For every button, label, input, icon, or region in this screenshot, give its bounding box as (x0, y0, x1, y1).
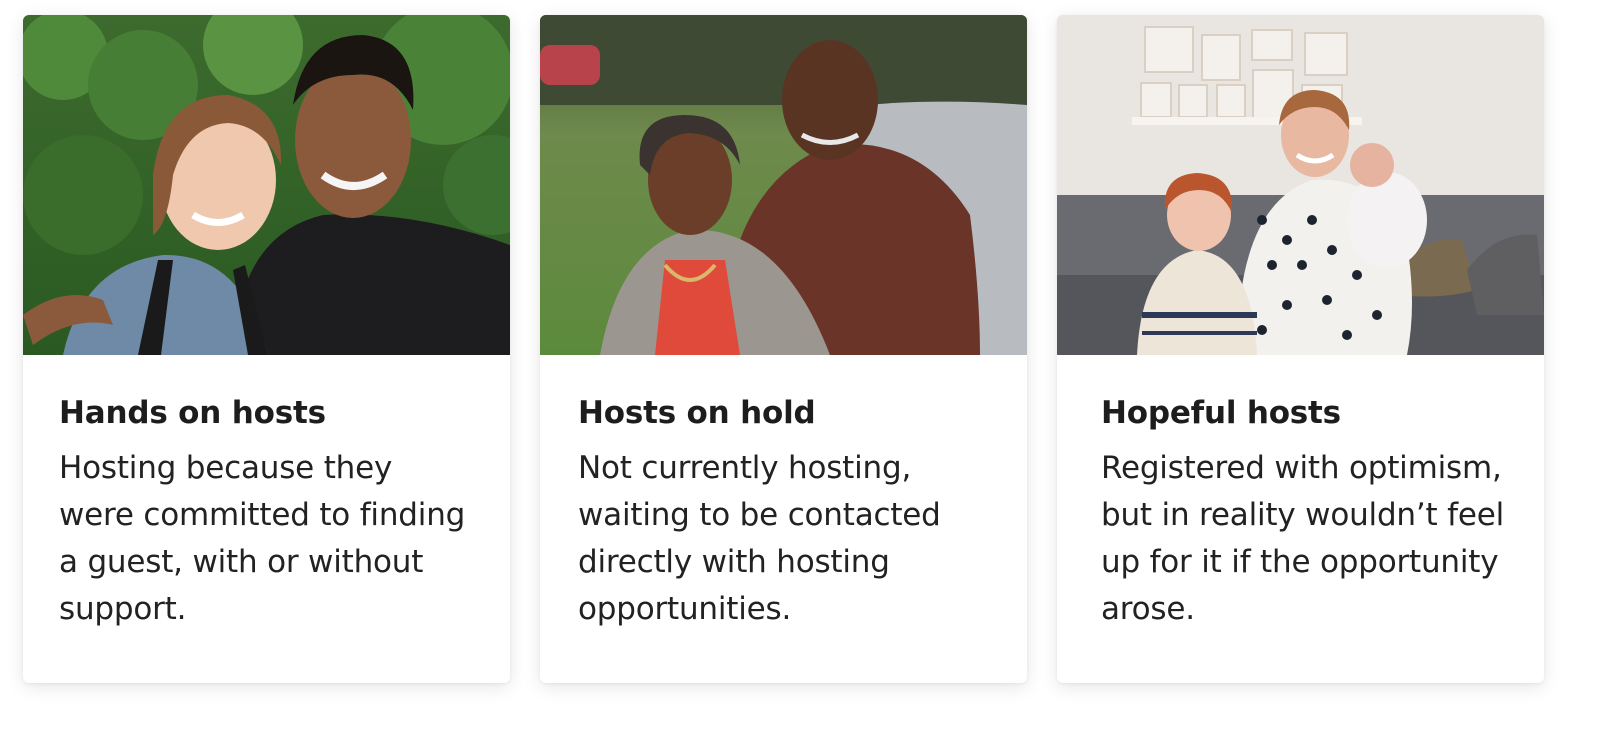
card-title: Hands on hosts (59, 395, 326, 431)
host-types-section: Hands on hosts Hosting because they were… (0, 0, 1598, 729)
card-title: Hosts on hold (578, 395, 816, 431)
card-description: Hosting because they were committed to f… (59, 450, 466, 627)
card-hopeful-hosts: Hopeful hosts Registered with optimism, … (1057, 15, 1544, 683)
card-hands-on-hosts: Hands on hosts Hosting because they were… (23, 15, 510, 683)
card-description: Not currently hosting, waiting to be con… (578, 450, 941, 627)
mother-children-sofa-photo (1057, 15, 1544, 355)
card-hosts-on-hold: Hosts on hold Not currently hosting, wai… (540, 15, 1027, 683)
card-body: Hands on hosts Hosting because they were… (23, 355, 510, 683)
couple-outdoors-photo (23, 15, 510, 355)
card-body: Hosts on hold Not currently hosting, wai… (540, 355, 1027, 683)
older-couple-photo (540, 15, 1027, 355)
card-body: Hopeful hosts Registered with optimism, … (1057, 355, 1544, 683)
card-title: Hopeful hosts (1101, 395, 1341, 431)
card-description: Registered with optimism, but in reality… (1101, 450, 1505, 627)
